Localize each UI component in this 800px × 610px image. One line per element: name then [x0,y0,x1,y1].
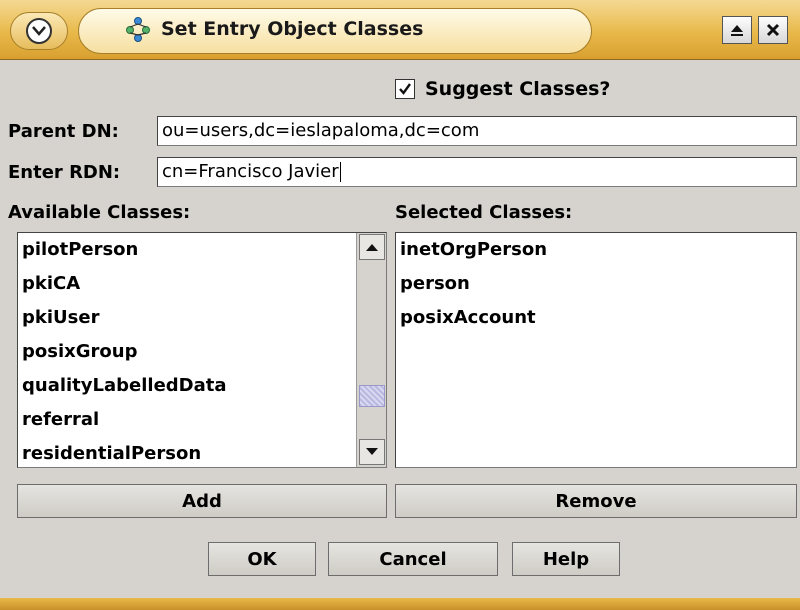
list-item[interactable]: inetOrgPerson [396,233,796,267]
rdn-field[interactable]: cn=Francisco Javier [157,157,797,187]
list-item[interactable]: person [396,267,796,301]
list-item[interactable]: referral [18,403,386,437]
maximize-button[interactable] [722,16,752,44]
ldap-tree-icon [126,17,150,42]
window-menu-button[interactable] [10,12,68,50]
available-scrollbar[interactable] [356,233,386,467]
scroll-up-button[interactable] [359,234,385,260]
ok-button[interactable]: OK [208,542,316,576]
arrow-down-icon [366,448,378,455]
rdn-value: cn=Francisco Javier [162,161,339,182]
parent-dn-field[interactable]: ou=users,dc=ieslapaloma,dc=com [157,116,797,146]
list-item[interactable]: pkiCA [18,267,386,301]
title-bar: Set Entry Object Classes [0,0,800,60]
scroll-thumb[interactable] [359,385,385,407]
suggest-classes-label: Suggest Classes? [425,78,611,100]
text-caret [339,162,341,182]
rdn-label: Enter RDN: [8,162,121,183]
selected-classes-list[interactable]: inetOrgPerson person posixAccount [395,232,797,468]
window-bottom-border [0,598,800,610]
window-title-group: Set Entry Object Classes [125,12,423,46]
suggest-classes-checkbox[interactable] [395,79,415,99]
checkmark-icon [399,83,411,95]
suggest-classes-row[interactable]: Suggest Classes? [395,75,610,103]
remove-button[interactable]: Remove [395,484,797,518]
selected-classes-label: Selected Classes: [395,202,573,223]
list-item[interactable]: qualityLabelledData [18,369,386,403]
maximize-icon [731,25,743,36]
add-button[interactable]: Add [17,484,387,518]
list-item[interactable]: posixGroup [18,335,386,369]
circle-chevron-down-icon [26,18,52,44]
list-item[interactable]: pkiUser [18,301,386,335]
close-icon [766,23,780,37]
parent-dn-value: ou=users,dc=ieslapaloma,dc=com [162,120,480,141]
close-button[interactable] [758,16,788,44]
list-item[interactable]: residentialPerson [18,437,386,467]
list-item[interactable]: posixAccount [396,301,796,335]
parent-dn-label: Parent DN: [8,121,119,142]
available-classes-label: Available Classes: [8,202,191,223]
list-item[interactable]: pilotPerson [18,233,386,267]
window-title: Set Entry Object Classes [161,18,424,40]
help-button[interactable]: Help [512,542,620,576]
arrow-up-icon [366,244,378,251]
cancel-button[interactable]: Cancel [328,542,498,576]
scroll-down-button[interactable] [359,439,385,465]
available-classes-list[interactable]: pilotPerson pkiCA pkiUser posixGroup qua… [17,232,387,468]
